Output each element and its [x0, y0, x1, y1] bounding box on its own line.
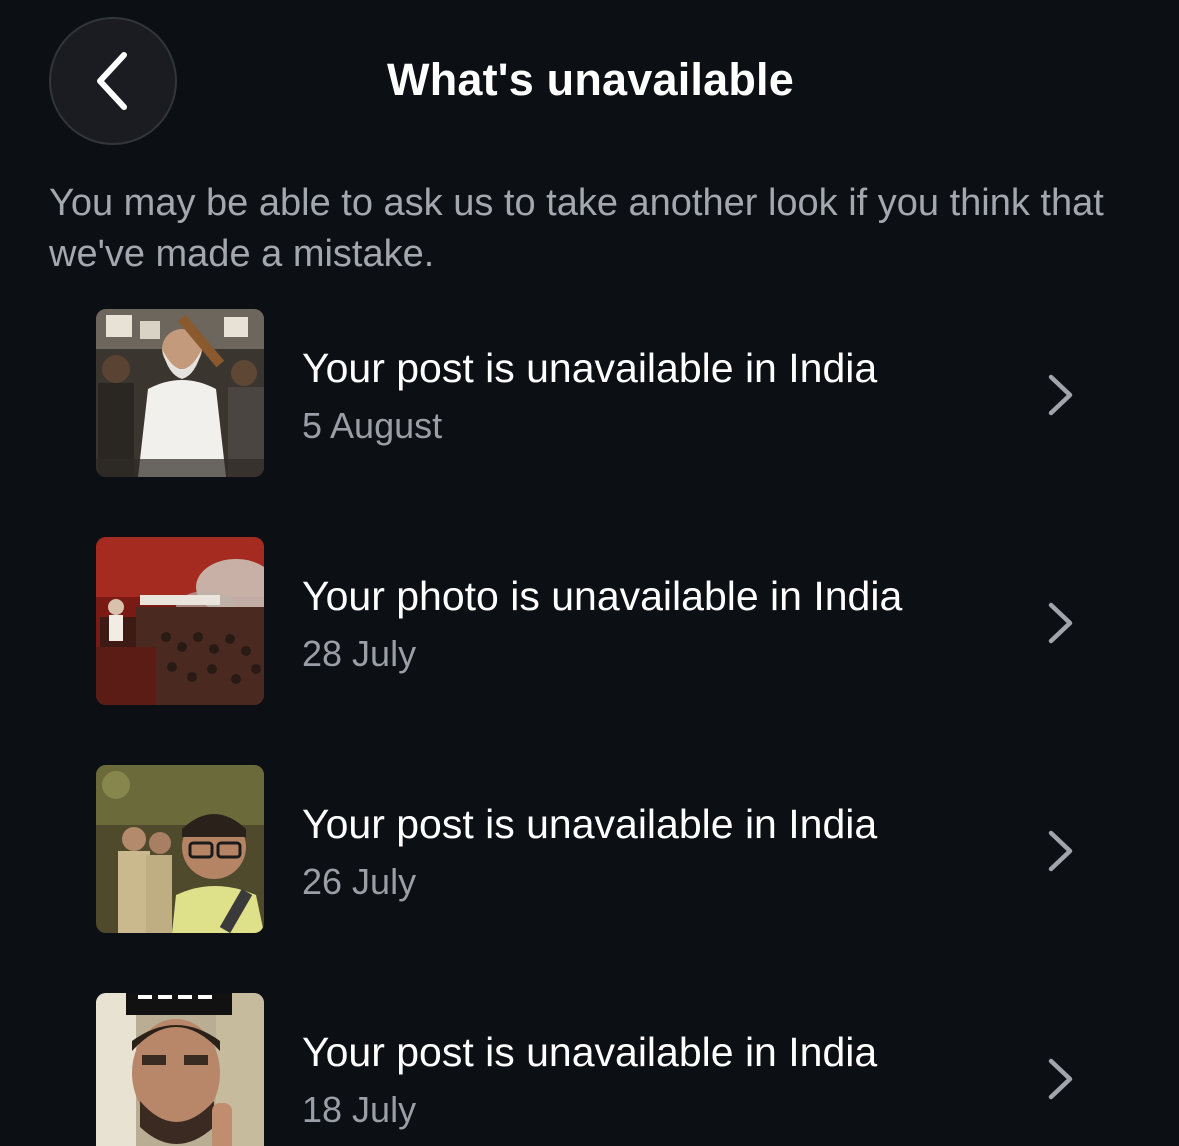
protest-crowd-image [96, 309, 264, 477]
chevron-right-icon [1043, 827, 1077, 875]
item-date: 28 July [302, 633, 417, 674]
whats-unavailable-screen: What's unavailable You may be able to as… [0, 0, 1179, 1146]
selfie-video-image [96, 993, 264, 1146]
list-item[interactable]: Your post is unavailable in India 5 Augu… [0, 309, 1179, 479]
night-selfie-image [96, 765, 264, 933]
post-thumbnail [96, 765, 264, 933]
list-item[interactable]: Your post is unavailable in India 26 Jul… [0, 765, 1179, 935]
item-date: 26 July [302, 861, 417, 902]
post-thumbnail [96, 537, 264, 705]
item-date: 18 July [302, 1089, 417, 1130]
item-title: Your post is unavailable in India [302, 801, 878, 847]
intro-text: You may be able to ask us to take anothe… [49, 182, 1104, 275]
item-date: 5 August [302, 405, 443, 446]
post-thumbnail [96, 993, 264, 1146]
item-title: Your post is unavailable in India [302, 345, 878, 391]
item-title: Your post is unavailable in India [302, 1029, 878, 1075]
chevron-right-icon [1043, 371, 1077, 419]
red-crowd-image [96, 537, 264, 705]
post-thumbnail [96, 309, 264, 477]
list-item[interactable]: Your post is unavailable in India 18 Jul… [0, 993, 1179, 1146]
list-item[interactable]: Your photo is unavailable in India 28 Ju… [0, 537, 1179, 707]
item-title: Your photo is unavailable in India [302, 573, 903, 619]
chevron-right-icon [1043, 1055, 1077, 1103]
chevron-right-icon [1043, 599, 1077, 647]
page-title: What's unavailable [387, 54, 794, 105]
